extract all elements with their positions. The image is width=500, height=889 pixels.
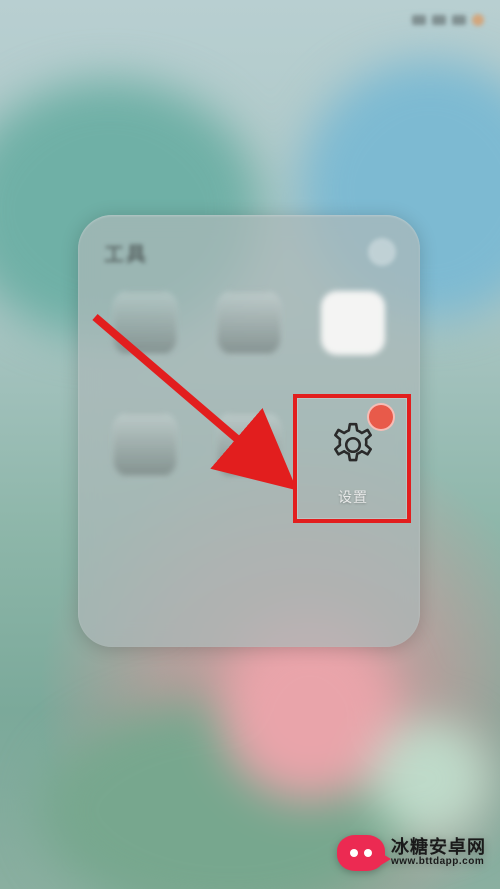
watermark-text: 冰糖安卓网 www.bttdapp.com (391, 838, 486, 867)
gear-icon (321, 413, 385, 477)
signal-icon (412, 15, 426, 25)
folder-grid: 设置 (96, 291, 402, 531)
watermark: 冰糖安卓网 www.bttdapp.com (337, 835, 486, 871)
app-item[interactable] (96, 413, 194, 531)
status-bar (0, 0, 500, 40)
app-folder[interactable]: 工具 (78, 215, 420, 647)
app-item-settings[interactable]: 设置 (304, 413, 402, 531)
watermark-logo-icon (337, 835, 385, 871)
status-dot-icon (472, 14, 484, 26)
app-label: 设置 (338, 487, 368, 507)
battery-icon (452, 15, 466, 25)
wifi-icon (432, 15, 446, 25)
phone-screen: 工具 (0, 0, 500, 889)
app-icon (113, 413, 177, 477)
folder-title: 工具 (104, 238, 148, 267)
app-item[interactable] (96, 291, 194, 409)
app-item[interactable] (304, 291, 402, 409)
app-item[interactable] (200, 413, 298, 531)
app-icon (113, 291, 177, 355)
watermark-brand: 冰糖安卓网 (391, 838, 486, 857)
app-icon (217, 413, 281, 477)
folder-more-button[interactable] (368, 238, 396, 266)
app-icon (217, 291, 281, 355)
app-icon (321, 291, 385, 355)
watermark-url: www.bttdapp.com (391, 857, 486, 868)
notification-badge (367, 403, 395, 431)
status-right (412, 14, 484, 26)
folder-header: 工具 (96, 235, 402, 269)
app-item[interactable] (200, 291, 298, 409)
